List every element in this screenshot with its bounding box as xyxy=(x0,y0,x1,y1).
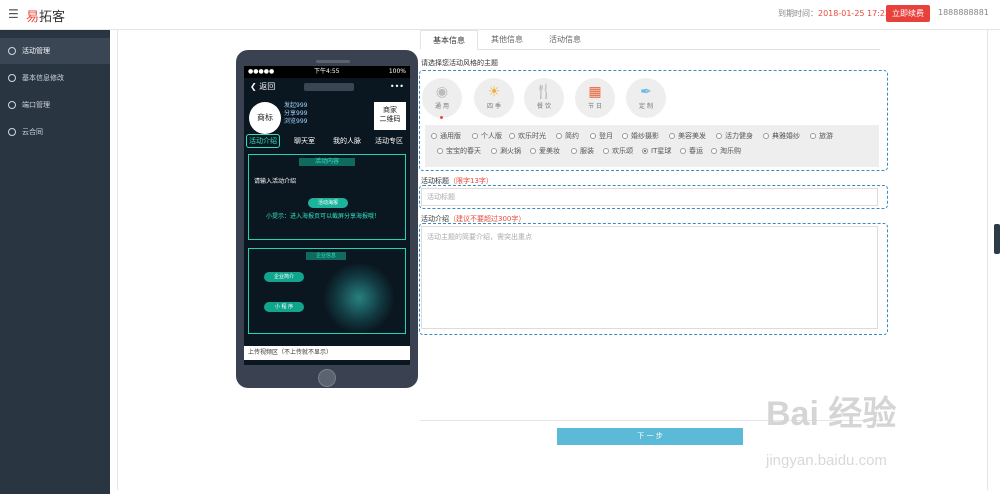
phone-tab-network[interactable]: 我的人脉 xyxy=(333,134,361,148)
sidebar-item-ports[interactable]: 端口管理 xyxy=(0,92,110,118)
style-option[interactable]: 欢乐时光 xyxy=(509,131,546,141)
circle-icon xyxy=(8,101,16,109)
theme-custom[interactable]: ✒ 定 制 xyxy=(626,78,666,118)
phone-tabs: 活动介绍 聊天室 我的人脉 活动专区 xyxy=(244,134,410,148)
theme-dining[interactable]: 🍴 餐 饮 xyxy=(524,78,564,118)
style-option[interactable]: 淘乐购 xyxy=(711,146,741,156)
phone-status-bar: ●●●●● 下午4:55 100% xyxy=(244,66,410,78)
content-intro: 请输入活动介绍 xyxy=(254,178,297,185)
circle-icon xyxy=(8,47,16,55)
phone-tab-intro[interactable]: 活动介绍 xyxy=(246,134,280,148)
side-handle[interactable] xyxy=(994,224,1000,254)
phone-tab-zone[interactable]: 活动专区 xyxy=(375,134,403,148)
corp-title: 企业信息 xyxy=(306,252,346,260)
pen-icon: ✒ xyxy=(640,84,652,100)
watermark-url: jingyan.baidu.com xyxy=(766,452,887,469)
more-icon[interactable]: ••• xyxy=(390,78,404,96)
style-option[interactable]: 欢乐颂 xyxy=(603,146,633,156)
style-option[interactable]: 活力健身 xyxy=(716,131,753,141)
back-button[interactable]: ❮ 返回 xyxy=(250,78,275,96)
user-id[interactable]: 1888888881 xyxy=(938,8,989,17)
blurred-title xyxy=(304,83,354,91)
form-tabs: 基本信息 其他信息 活动信息 xyxy=(420,30,880,50)
sun-icon: ☀ xyxy=(487,84,501,100)
style-option[interactable]: 服装 xyxy=(571,146,594,156)
circle-icon xyxy=(8,128,16,136)
style-option[interactable]: 登月 xyxy=(590,131,613,141)
style-option[interactable]: 通用版 xyxy=(431,131,461,141)
style-option[interactable]: 爱美妆 xyxy=(530,146,560,156)
tab-activity-info[interactable]: 活动信息 xyxy=(537,30,593,50)
renew-button[interactable]: 立即续费 xyxy=(886,5,930,22)
activity-intro-textarea[interactable]: 活动主题的简要介绍，需突出重点 xyxy=(421,226,878,329)
brand-logo: 易拓客 xyxy=(26,10,66,25)
content-title: 活动内容 xyxy=(299,158,355,166)
tab-basic-info[interactable]: 基本信息 xyxy=(420,30,478,50)
logo-placeholder: 商标 xyxy=(249,102,281,134)
sidebar: 活动管理 基本信息修改 端口管理 云合同 xyxy=(0,30,110,494)
next-step-button[interactable]: 下 一 步 xyxy=(557,428,743,445)
activity-content-panel xyxy=(248,154,406,240)
style-option-selected[interactable]: IT星球 xyxy=(642,146,671,156)
watermark-logo: Bai 经验 xyxy=(766,395,897,433)
divider xyxy=(117,30,118,490)
sidebar-item-contract[interactable]: 云合同 xyxy=(0,119,110,145)
activity-title-input[interactable]: 活动标题 xyxy=(421,188,878,206)
style-option[interactable]: 典雅婚纱 xyxy=(763,131,800,141)
style-option[interactable]: 春运 xyxy=(680,146,703,156)
divider xyxy=(987,30,988,490)
selected-indicator xyxy=(440,116,443,119)
hamburger-icon[interactable]: ☰ xyxy=(8,8,20,20)
poster-button[interactable]: 活动海报 xyxy=(308,198,348,208)
style-option[interactable]: 婚纱摄影 xyxy=(622,131,659,141)
merchant-qr-code: 商家 二维码 xyxy=(374,102,406,130)
globe-graphic xyxy=(324,263,394,333)
activity-stats: 发起999 分享999 浏览999 xyxy=(284,102,308,125)
phone-screen: ●●●●● 下午4:55 100% ❮ 返回 ••• 商标 发起999 分享99… xyxy=(244,66,410,365)
phone-speaker xyxy=(316,60,350,63)
phone-home-button xyxy=(318,369,336,387)
style-option[interactable]: 美容美发 xyxy=(669,131,706,141)
grid-icon: ◉ xyxy=(435,84,449,100)
food-icon: 🍴 xyxy=(535,84,553,100)
circle-icon xyxy=(8,74,16,82)
style-option[interactable]: 个人版 xyxy=(472,131,502,141)
video-upload-area[interactable]: 上传视频区（不上传就不显示） xyxy=(244,346,410,360)
top-bar: ☰ 易拓客 到期时间：2018-01-25 17:22:56 立即续费 1888… xyxy=(0,0,1000,30)
theme-holiday[interactable]: ▦ 节 日 xyxy=(575,78,615,118)
phone-nav-bar: ❮ 返回 ••• xyxy=(244,78,410,96)
mini-program-button[interactable]: 小 程 序 xyxy=(264,302,304,312)
style-option[interactable]: 旅游 xyxy=(810,131,833,141)
style-option[interactable]: 涮火锅 xyxy=(491,146,521,156)
corp-intro-button[interactable]: 企业简介 xyxy=(264,272,304,282)
style-option[interactable]: 宝宝的春天 xyxy=(437,146,481,156)
expire-info: 到期时间：2018-01-25 17:22:56 xyxy=(778,9,903,18)
tip-text: 小提示：进入海报页可以截屏分享海报哦！ xyxy=(266,213,381,220)
theme-general[interactable]: ◉ 通 用 xyxy=(422,78,462,118)
theme-label: 请选择您活动风格的主题 xyxy=(421,59,498,67)
calendar-icon: ▦ xyxy=(588,84,602,100)
sidebar-item-basic-info[interactable]: 基本信息修改 xyxy=(0,65,110,91)
tab-other-info[interactable]: 其他信息 xyxy=(479,30,535,50)
theme-seasons[interactable]: ☀ 四 季 xyxy=(474,78,514,118)
phone-tab-chat[interactable]: 聊天室 xyxy=(294,134,315,148)
sidebar-item-activity[interactable]: 活动管理 xyxy=(0,38,110,64)
style-option[interactable]: 简约 xyxy=(556,131,579,141)
